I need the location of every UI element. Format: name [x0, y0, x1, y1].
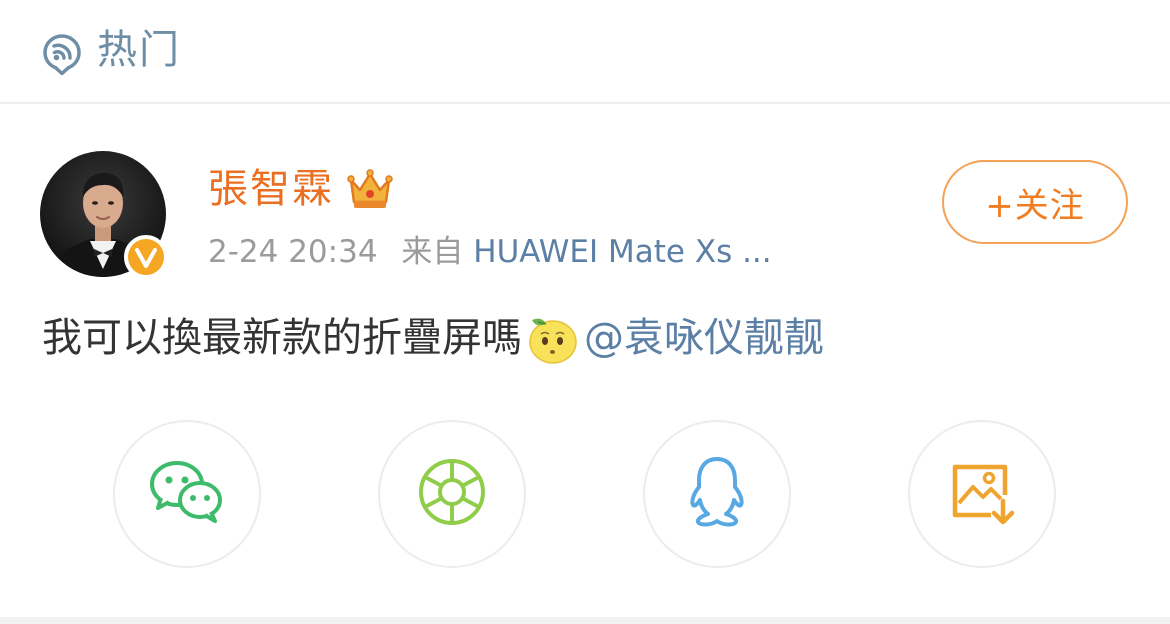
post-content: 我可以換最新款的折疊屏嗎 @袁咏仪靓靓: [42, 310, 824, 366]
qq-icon: [686, 455, 748, 533]
bottom-divider: [0, 617, 1170, 624]
post-text: 我可以換最新款的折疊屏嗎: [42, 315, 522, 361]
crown-icon[interactable]: [346, 166, 394, 212]
wechat-icon: [149, 460, 225, 528]
share-moments-button[interactable]: [378, 420, 526, 568]
source-prefix: 来自: [401, 234, 464, 270]
trending-icon: [42, 32, 82, 76]
share-save-image-button[interactable]: [908, 420, 1056, 568]
section-header: 热门: [0, 0, 1170, 104]
header-title[interactable]: 热门: [97, 24, 181, 76]
weibo-post-page: 热门 張智霖 2-24 20:34 来自 HUAWEI Mate Xs ... …: [0, 0, 1170, 624]
share-qq-button[interactable]: [643, 420, 791, 568]
save-image-icon: [947, 457, 1017, 531]
lemon-emoji-icon: [524, 310, 580, 366]
follow-button[interactable]: +关注: [942, 160, 1128, 244]
post-meta: 2-24 20:34 来自 HUAWEI Mate Xs ...: [208, 230, 772, 274]
verified-badge-icon: [124, 235, 168, 279]
moments-icon: [417, 457, 487, 531]
post-source[interactable]: HUAWEI Mate Xs ...: [473, 234, 771, 270]
mention-link[interactable]: @袁咏仪靓靓: [584, 315, 824, 361]
author-name[interactable]: 張智霖: [208, 163, 334, 215]
share-wechat-button[interactable]: [113, 420, 261, 568]
post-timestamp: 2-24 20:34: [208, 234, 378, 270]
